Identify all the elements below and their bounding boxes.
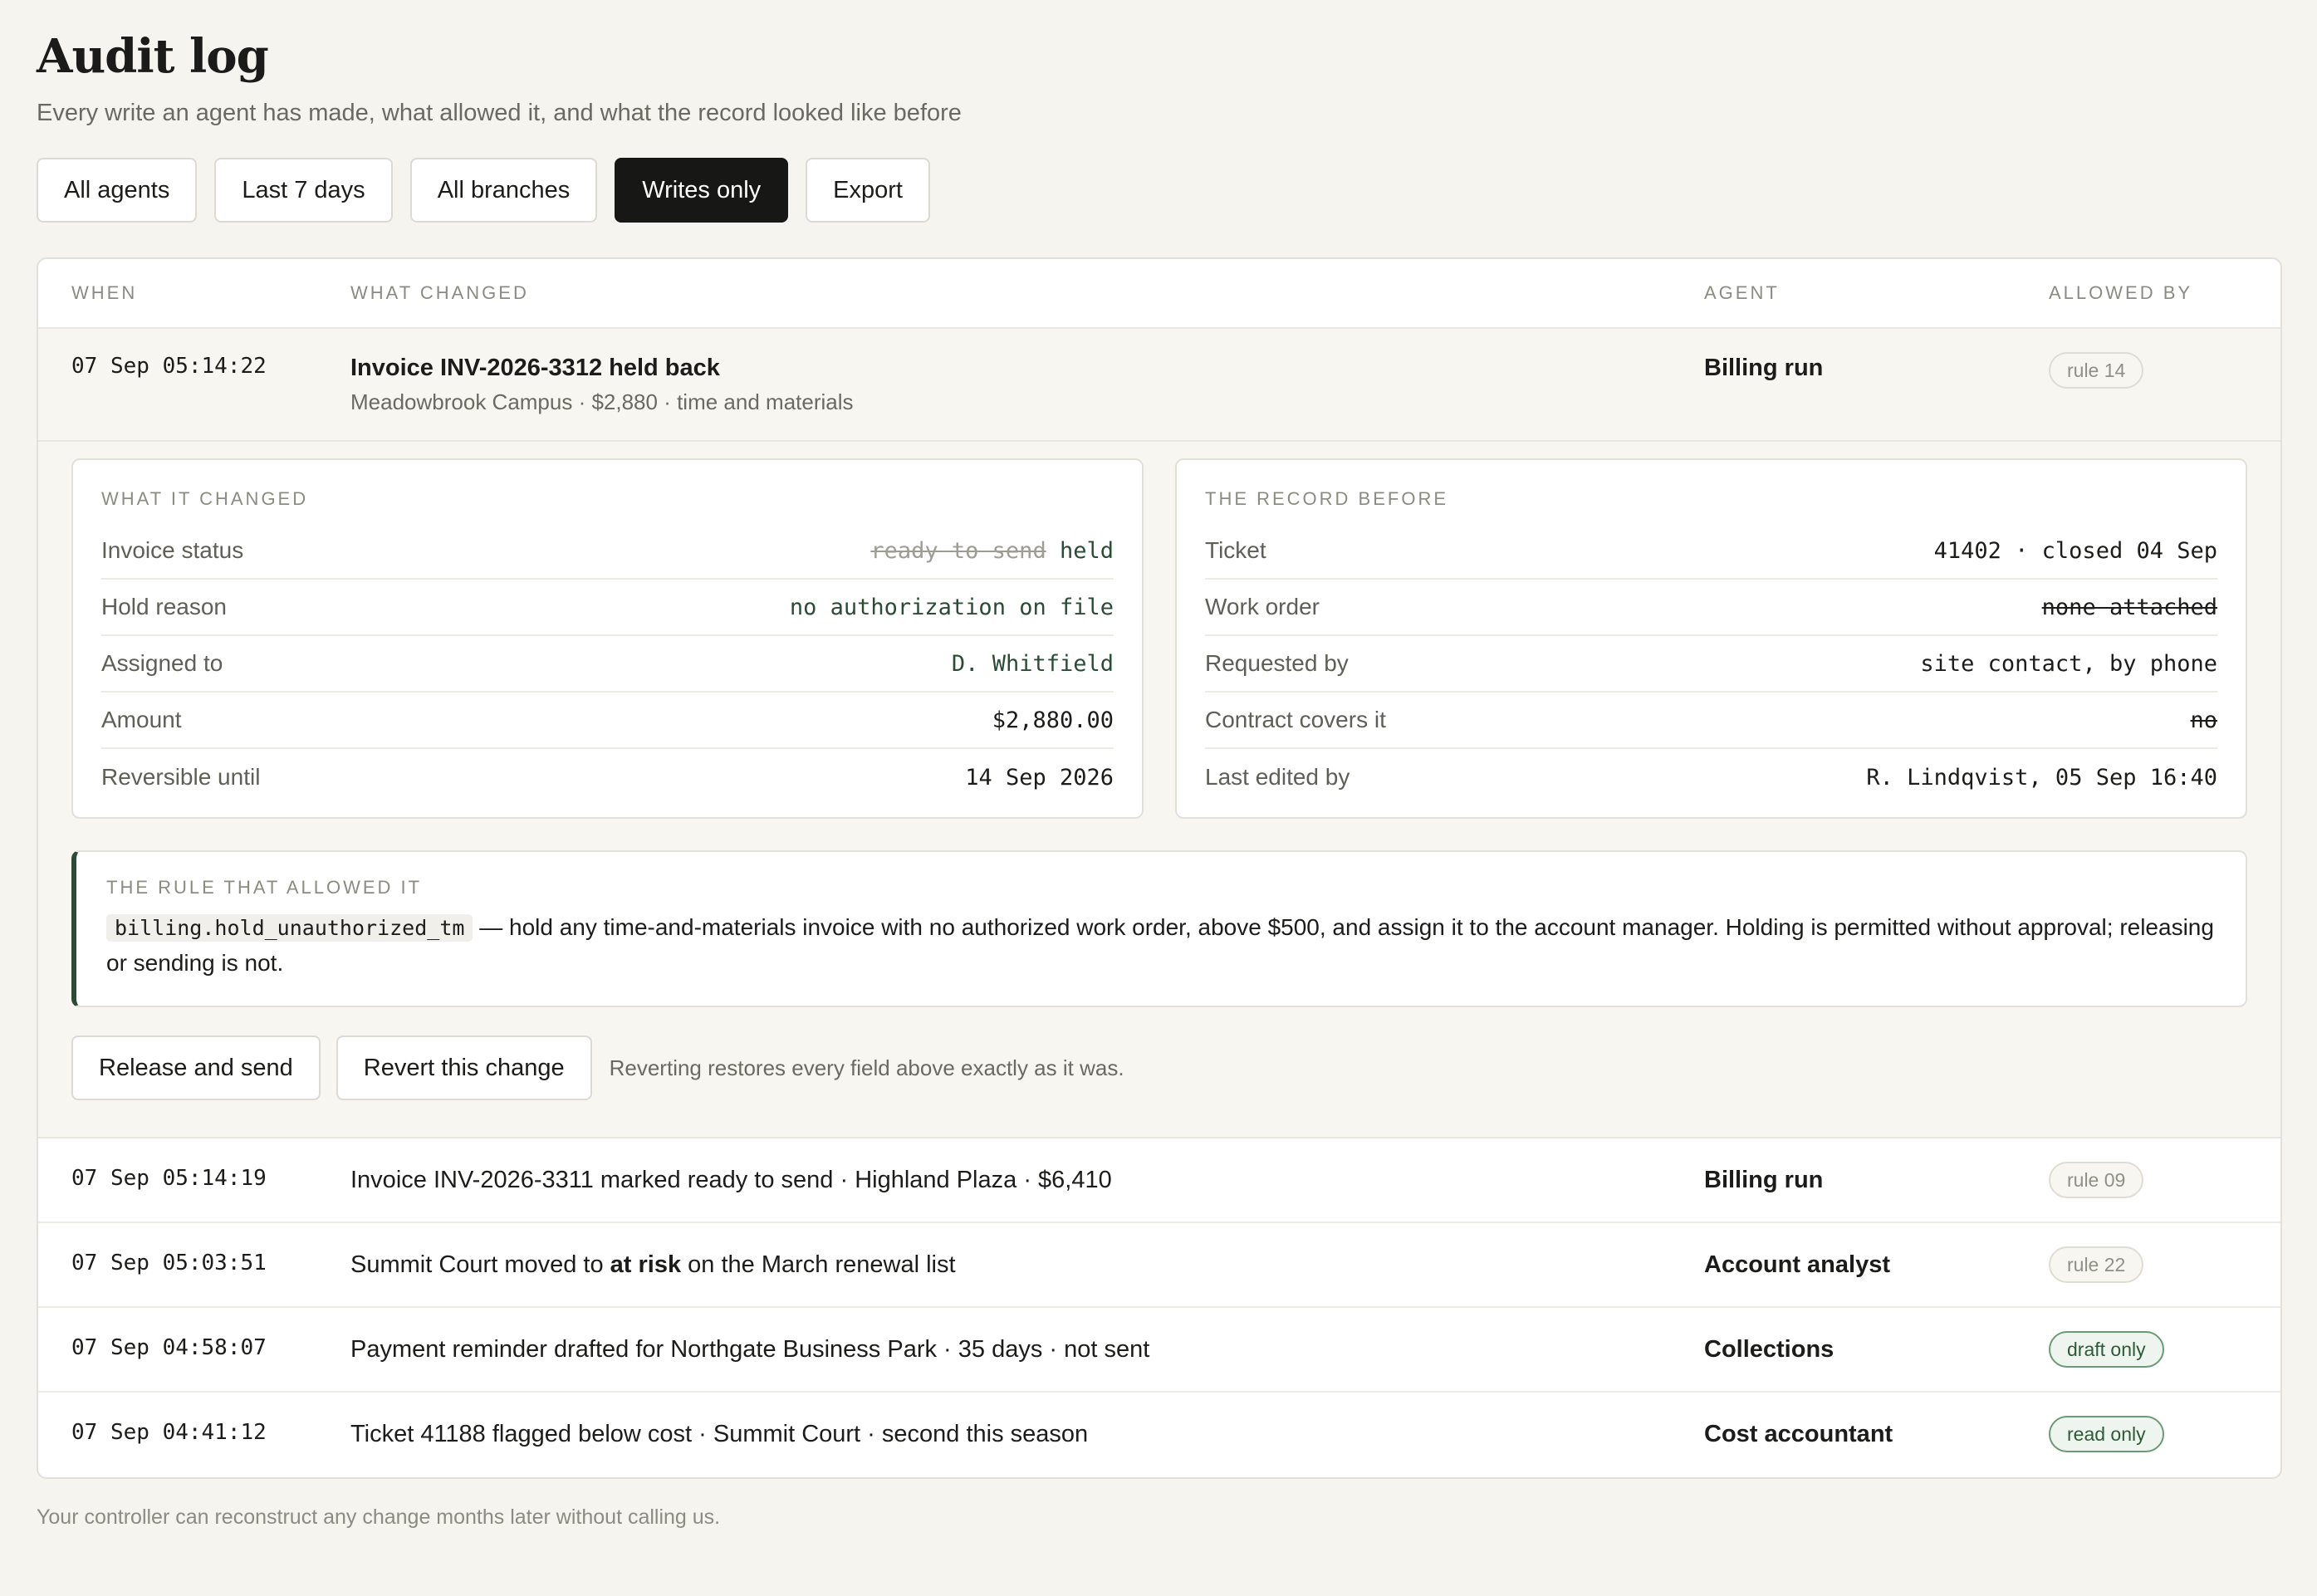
field-label: Last edited by: [1205, 764, 1350, 790]
header-what-changed: WHAT CHANGED: [350, 282, 529, 303]
page-title: Audit log: [37, 29, 269, 84]
field-label: Ticket: [1205, 537, 1266, 563]
row-allowed-by: read only: [2049, 1416, 2164, 1452]
header-agent: AGENT: [1704, 282, 1780, 303]
field-value: 41402 · closed 04 Sep: [1933, 537, 2217, 564]
field-value: ready to send held: [870, 538, 1114, 564]
panel-heading: WHAT IT CHANGED: [101, 488, 309, 509]
row-timestamp: 07 Sep 05:03:51: [71, 1251, 267, 1275]
filter-writes-only[interactable]: Writes only: [615, 158, 789, 223]
table-row-expanded[interactable]: 07 Sep 05:14:22 Invoice INV-2026-3312 he…: [38, 329, 2280, 442]
field-label: Requested by: [1205, 650, 1349, 676]
panel-heading: THE RECORD BEFORE: [1205, 488, 1449, 509]
header-when: WHEN: [71, 282, 138, 303]
field-label: Hold reason: [101, 594, 227, 619]
table-row[interactable]: 07 Sep 05:03:51 Summit Court moved to at…: [38, 1223, 2280, 1308]
page-subtitle: Every write an agent has made, what allo…: [37, 100, 962, 126]
field-value: $2,880.00: [992, 707, 1114, 733]
field-label: Contract covers it: [1205, 707, 1386, 732]
row-detail: WHAT IT CHANGED Invoice status ready to …: [38, 442, 2280, 1138]
row-timestamp: 07 Sep 04:58:07: [71, 1335, 267, 1360]
field-row: Invoice status ready to send held: [101, 523, 1114, 580]
field-value: no: [2190, 707, 2217, 733]
field-value: 14 Sep 2026: [965, 764, 1114, 791]
audit-table: WHEN WHAT CHANGED AGENT ALLOWED BY 07 Se…: [37, 257, 2282, 1479]
permission-badge: draft only: [2049, 1331, 2164, 1368]
row-agent: Account analyst: [1704, 1251, 1890, 1278]
row-agent: Billing run: [1704, 1167, 1824, 1193]
revert-change-button[interactable]: Revert this change: [336, 1035, 592, 1100]
export-button[interactable]: Export: [806, 158, 930, 223]
field-value: D. Whitfield: [951, 650, 1114, 677]
filter-last-7-days[interactable]: Last 7 days: [214, 158, 393, 223]
field-value: none attached: [2041, 594, 2217, 620]
row-allowed-by: rule 22: [2049, 1246, 2144, 1283]
filter-all-agents[interactable]: All agents: [37, 158, 198, 223]
rule-badge[interactable]: rule 14: [2049, 352, 2144, 389]
permission-badge: read only: [2049, 1416, 2164, 1452]
row-agent: Cost accountant: [1704, 1421, 1893, 1447]
row-timestamp: 07 Sep 04:41:12: [71, 1420, 267, 1445]
rule-code: billing.hold_unauthorized_tm: [106, 914, 473, 942]
field-label: Reversible until: [101, 764, 261, 790]
field-label: Invoice status: [101, 537, 244, 563]
field-row: Work order none attached: [1205, 580, 2217, 636]
field-row: Assigned to D. Whitfield: [101, 636, 1114, 693]
row-title: Invoice INV-2026-3312 held back: [350, 355, 720, 381]
audit-log-page: Audit log Every write an agent has made,…: [37, 30, 2282, 1530]
rule-badge[interactable]: rule 09: [2049, 1162, 2144, 1198]
field-row: Hold reason no authorization on file: [101, 580, 1114, 636]
field-row: Amount $2,880.00: [101, 693, 1114, 749]
row-what-changed: Invoice INV-2026-3312 held back Meadowbr…: [350, 354, 1679, 415]
field-label: Work order: [1205, 594, 1320, 619]
field-row: Reversible until 14 Sep 2026: [101, 749, 1114, 805]
rule-badge[interactable]: rule 22: [2049, 1246, 2144, 1283]
table-row[interactable]: 07 Sep 04:58:07 Payment reminder drafted…: [38, 1308, 2280, 1393]
row-subtitle: Meadowbrook Campus · $2,880 · time and m…: [350, 389, 854, 414]
new-value: held: [1059, 537, 1114, 564]
row-timestamp: 07 Sep 05:14:19: [71, 1166, 267, 1191]
field-row: Requested by site contact, by phone: [1205, 636, 2217, 693]
record-before-panel: THE RECORD BEFORE Ticket 41402 · closed …: [1175, 458, 2247, 819]
row-what-changed: Ticket 41188 flagged below cost · Summit…: [350, 1421, 1089, 1447]
row-what-changed: Summit Court moved to at risk on the Mar…: [350, 1251, 1679, 1279]
row-agent: Collections: [1704, 1336, 1834, 1363]
table-header: WHEN WHAT CHANGED AGENT ALLOWED BY: [38, 259, 2280, 329]
what-it-changed-panel: WHAT IT CHANGED Invoice status ready to …: [71, 458, 1144, 819]
field-value: no authorization on file: [789, 594, 1114, 620]
row-allowed-by: draft only: [2049, 1331, 2164, 1368]
row-what-changed: Invoice INV-2026-3311 marked ready to se…: [350, 1167, 1112, 1193]
field-row: Contract covers it no: [1205, 693, 2217, 749]
rule-heading: THE RULE THAT ALLOWED IT: [106, 877, 423, 898]
filter-all-branches[interactable]: All branches: [409, 158, 598, 223]
field-row: Ticket 41402 · closed 04 Sep: [1205, 523, 2217, 580]
what-text: on the March renewal list: [681, 1251, 956, 1278]
detail-actions: Release and send Revert this change Reve…: [71, 1035, 2247, 1100]
row-timestamp: 07 Sep 05:14:22: [71, 354, 267, 379]
rule-description: billing.hold_unauthorized_tm — hold any …: [106, 910, 2216, 981]
field-row: Last edited by R. Lindqvist, 05 Sep 16:4…: [1205, 749, 2217, 805]
footer-note: Your controller can reconstruct any chan…: [37, 1505, 721, 1529]
row-allowed-by: rule 14: [2049, 352, 2144, 389]
table-row[interactable]: 07 Sep 04:41:12 Ticket 41188 flagged bel…: [38, 1393, 2280, 1477]
old-value: ready to send: [870, 537, 1046, 564]
row-allowed-by: rule 09: [2049, 1162, 2144, 1198]
row-agent: Billing run: [1704, 355, 1824, 381]
field-value: site contact, by phone: [1920, 650, 2217, 677]
what-text: Summit Court moved to: [350, 1251, 610, 1278]
filter-bar: All agents Last 7 days All branches Writ…: [37, 158, 2282, 223]
field-label: Assigned to: [101, 650, 223, 676]
table-row[interactable]: 07 Sep 05:14:19 Invoice INV-2026-3311 ma…: [38, 1138, 2280, 1223]
detail-panels: WHAT IT CHANGED Invoice status ready to …: [71, 458, 2247, 819]
revert-note: Reverting restores every field above exa…: [609, 1055, 1124, 1080]
what-emphasis: at risk: [610, 1251, 682, 1278]
rule-callout: THE RULE THAT ALLOWED IT billing.hold_un…: [71, 850, 2247, 1007]
field-value: R. Lindqvist, 05 Sep 16:40: [1866, 764, 2217, 791]
field-label: Amount: [101, 707, 182, 732]
row-what-changed: Payment reminder drafted for Northgate B…: [350, 1336, 1150, 1363]
header-allowed-by: ALLOWED BY: [2049, 282, 2193, 303]
release-and-send-button[interactable]: Release and send: [71, 1035, 321, 1100]
